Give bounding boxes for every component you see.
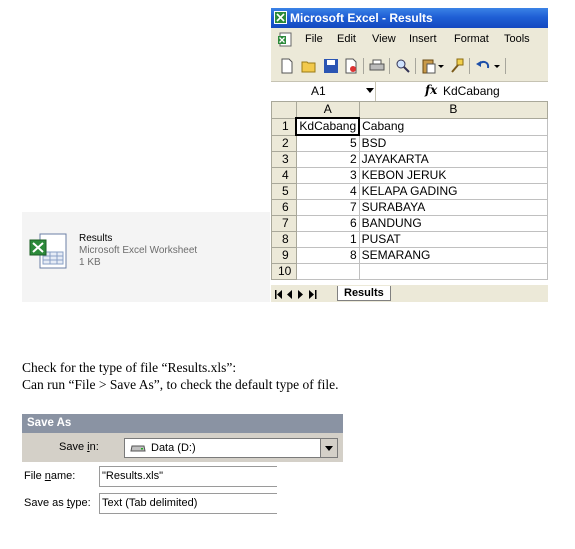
save-as-title-bar: Save As [22,414,343,433]
permission-icon[interactable] [343,58,359,74]
new-icon[interactable] [279,58,295,74]
table-row: 1 KdCabang Cabang [271,117,548,136]
cell[interactable]: 4 [295,183,360,200]
dialog-title: Save As [27,417,72,429]
cell[interactable]: 3 [295,167,360,184]
cell-a1[interactable]: KdCabang [295,117,361,136]
standard-toolbar [271,54,548,78]
cell[interactable]: 7 [295,199,360,216]
cell[interactable]: BANDUNG [358,215,548,232]
file-fields: File name: "Results.xls" Save as type: T… [22,462,277,522]
cell[interactable]: SURABAYA [358,199,548,216]
window-title: Microsoft Excel - Results [290,11,433,25]
menu-file[interactable]: File [305,33,323,45]
save-in-value: Data (D:) [151,442,196,454]
file-name-input[interactable]: "Results.xls" [99,466,277,487]
menu-insert[interactable]: Insert [409,33,437,45]
save-in-select[interactable]: Data (D:) [124,438,338,458]
table-row: 2 5 BSD [271,134,548,152]
table-row: 10 [271,263,548,280]
row-header[interactable]: 6 [271,199,297,216]
note-line-2: Can run “File > Save As”, to check the d… [22,377,339,392]
cell[interactable]: KEBON JERUK [358,167,548,184]
save-in-dropdown-button[interactable] [320,439,337,457]
excel-file-icon[interactable] [28,232,72,272]
save-type-label: Save as type: [24,497,91,509]
menu-edit[interactable]: Edit [337,33,356,45]
research-icon[interactable] [395,58,411,74]
excel-app-icon [274,11,287,24]
table-row: 5 4 KELAPA GADING [271,183,548,200]
file-type: Microsoft Excel Worksheet [79,245,198,256]
column-header-a[interactable]: A [295,101,360,119]
drive-icon [130,445,146,452]
menu-bar: File Edit View Insert Format Tools [271,30,548,50]
name-box[interactable]: A1 [271,82,376,101]
undo-icon[interactable] [475,58,491,74]
menu-format[interactable]: Format [454,33,489,45]
chevron-down-icon [325,446,333,451]
sheet-tab-results[interactable]: Results [337,286,391,301]
document-icon[interactable] [277,32,293,48]
table-row: 8 1 PUSAT [271,231,548,248]
table-row: 6 7 SURABAYA [271,199,548,216]
print-icon[interactable] [369,58,385,74]
insert-function-icon[interactable]: fx [425,83,437,97]
row-header[interactable]: 3 [271,151,297,168]
undo-dropdown-icon[interactable] [493,58,501,74]
row-header[interactable]: 4 [271,167,297,184]
sheet-nav-icons[interactable] [275,290,319,299]
cell[interactable]: 5 [295,134,360,152]
paste-icon[interactable] [421,58,437,74]
menu-view[interactable]: View [372,33,396,45]
select-all-corner[interactable] [271,101,297,119]
cell[interactable]: BSD [358,134,548,152]
formula-input[interactable]: KdCabang [443,84,500,98]
cell[interactable] [295,263,360,280]
row-header[interactable]: 5 [271,183,297,200]
sheet-tab-bar: Results [271,286,548,302]
file-size: 1 KB [79,257,101,268]
cell[interactable]: PUSAT [358,231,548,248]
format-painter-icon[interactable] [449,58,465,74]
cell[interactable]: 2 [295,151,360,168]
formula-bar: A1 fx KdCabang [271,81,548,102]
cell[interactable]: 8 [295,247,360,264]
cell[interactable]: KELAPA GADING [358,183,548,200]
table-row: 9 8 SEMARANG [271,247,548,264]
row-header[interactable]: 9 [271,247,297,264]
save-in-label: Save in: [59,441,99,453]
cell[interactable]: SEMARANG [358,247,548,264]
excel-window: Microsoft Excel - Results File Edit View… [271,8,548,302]
paste-dropdown-icon[interactable] [437,58,445,74]
cell[interactable]: Cabang [358,117,548,136]
row-header[interactable]: 8 [271,231,297,248]
save-in-row: Save in: Data (D:) [22,433,343,462]
file-name: Results [79,233,113,244]
table-row: 4 3 KEBON JERUK [271,167,548,184]
worksheet-grid: A B 1 KdCabang Cabang 2 5 BSD 3 2 JAYAKARTA 43… [271,101,548,285]
cell[interactable]: 6 [295,215,360,232]
cell[interactable]: 1 [295,231,360,248]
save-type-select[interactable]: Text (Tab delimited) [99,493,277,514]
table-row: 7 6 BANDUNG [271,215,548,232]
cell[interactable] [358,263,548,280]
note-line-1: Check for the type of file “Results.xls”… [22,360,237,375]
save-icon[interactable] [323,58,339,74]
row-header[interactable]: 2 [271,134,297,152]
column-header-b[interactable]: B [358,101,548,119]
file-name-label: File name: [24,470,76,482]
row-header[interactable]: 10 [271,263,297,280]
menu-tools[interactable]: Tools [504,33,530,45]
row-header[interactable]: 1 [271,117,297,136]
file-label: Results Microsoft Excel Worksheet 1 KB [79,233,197,269]
row-header[interactable]: 7 [271,215,297,232]
open-icon[interactable] [301,58,317,74]
title-bar[interactable]: Microsoft Excel - Results [271,8,548,28]
cell[interactable]: JAYAKARTA [358,151,548,168]
name-box-dropdown-icon[interactable] [366,88,374,93]
table-row: 3 2 JAYAKARTA [271,151,548,168]
